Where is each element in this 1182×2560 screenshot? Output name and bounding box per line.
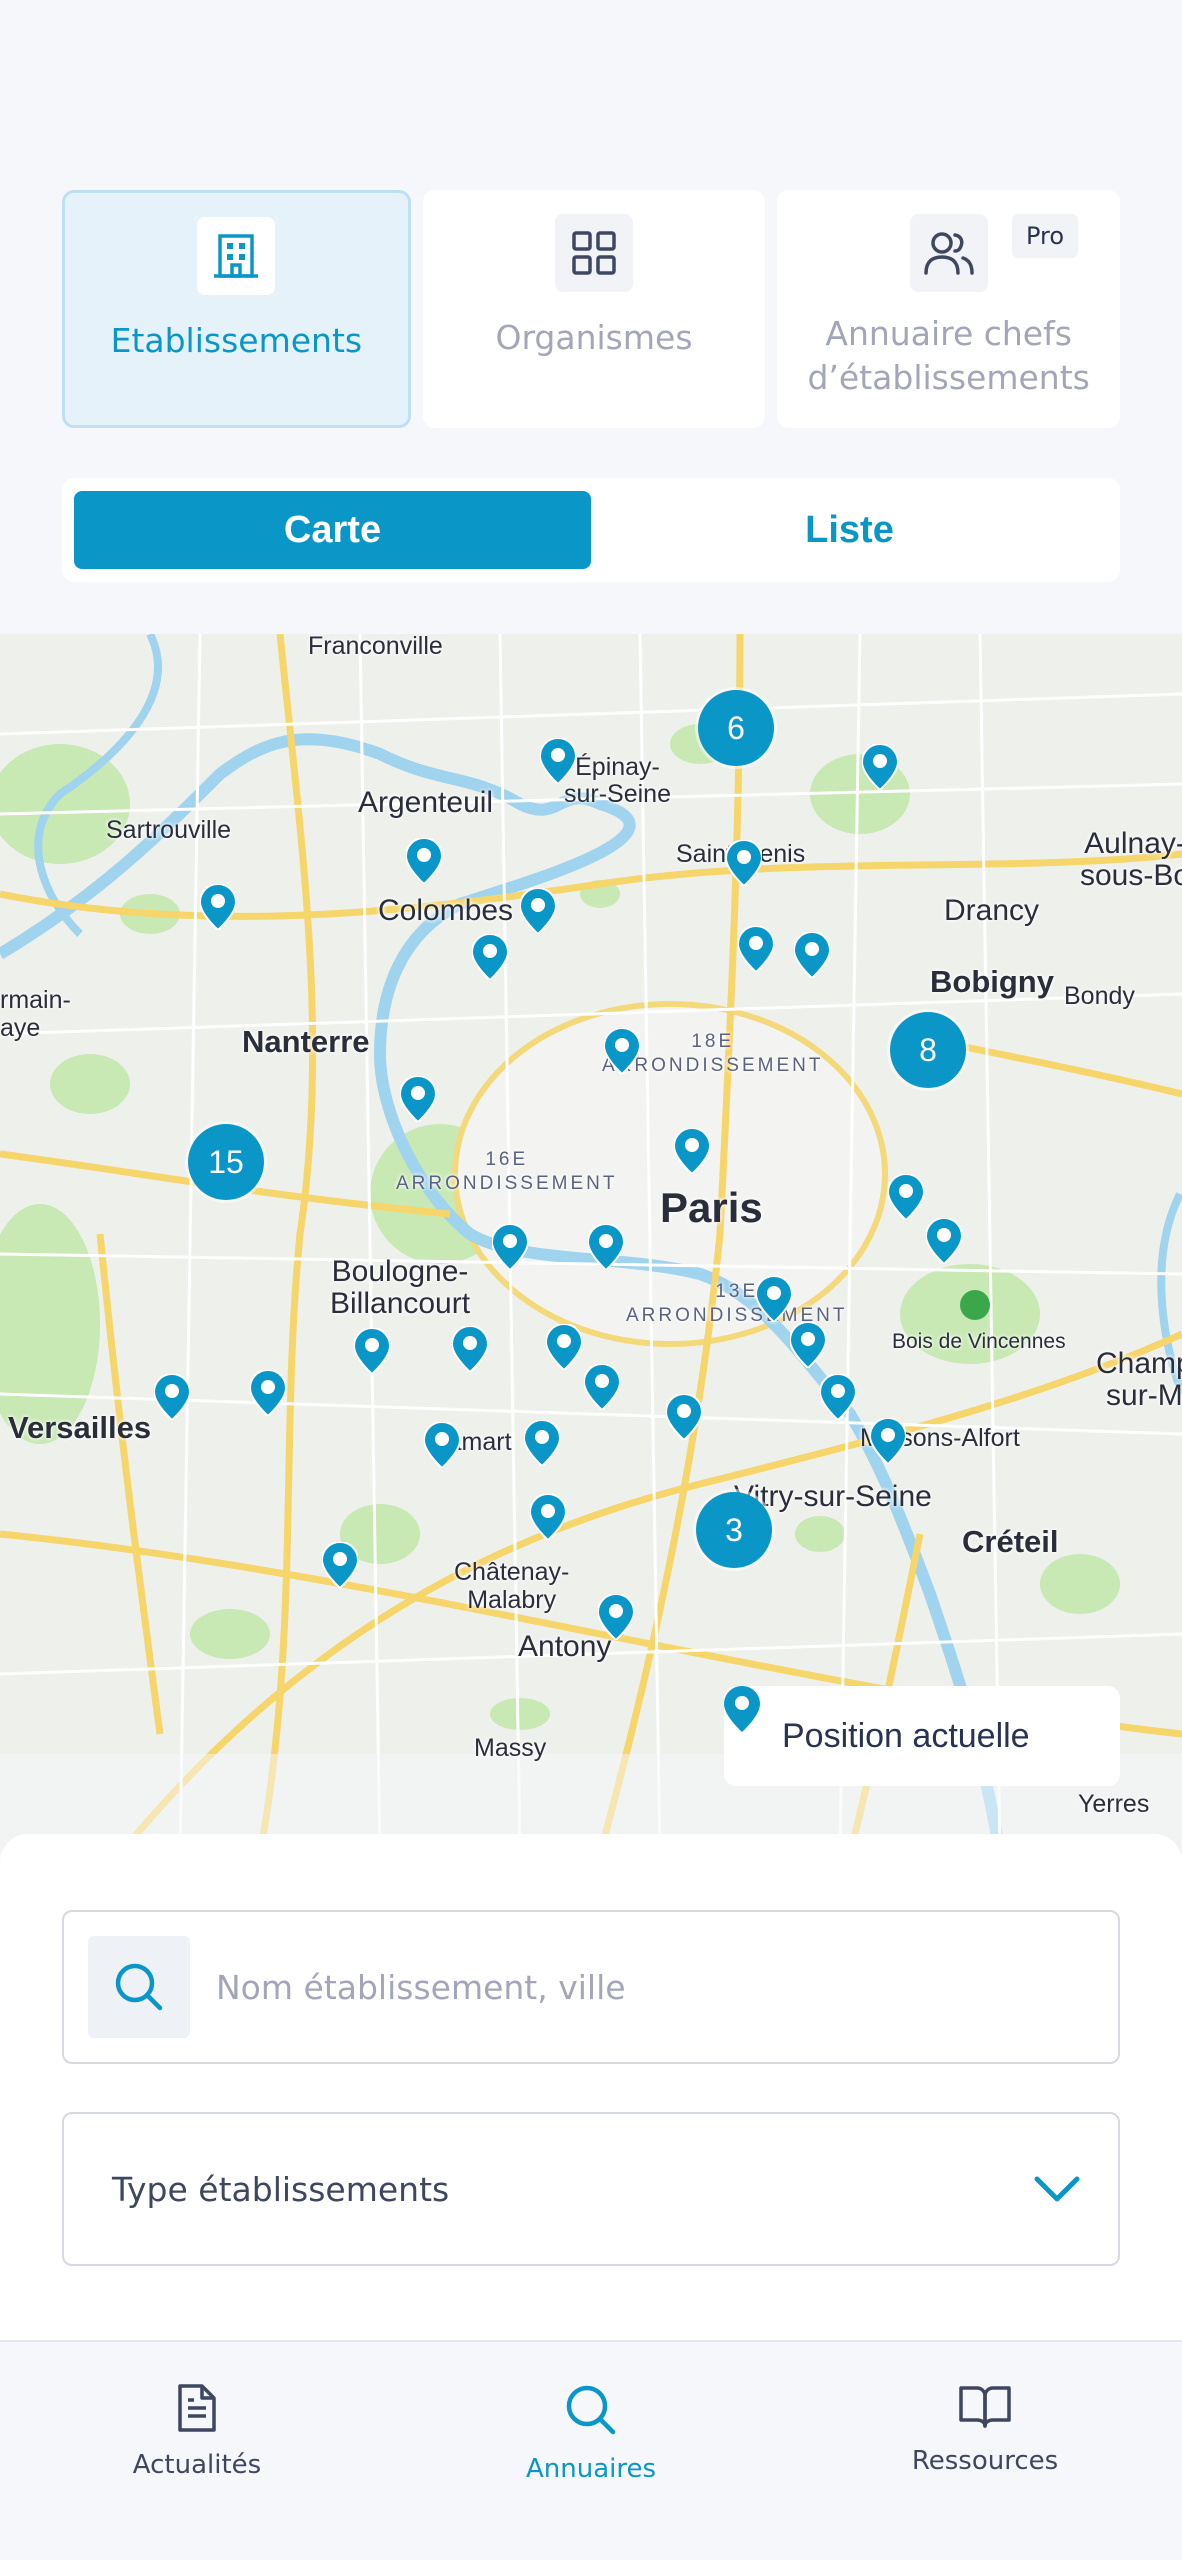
map-label: Bondy — [1064, 982, 1135, 1010]
search-icon[interactable] — [88, 1936, 190, 2038]
category-label: Annuaire chefs d’établissements — [807, 314, 1090, 397]
map-label: Nanterre — [242, 1024, 370, 1059]
map-label: Châtenay- Malabry — [454, 1558, 570, 1614]
map-label: Paris — [660, 1184, 763, 1231]
map-label: Champ sur-M — [1096, 1347, 1182, 1412]
map-label: Colombes — [378, 894, 514, 927]
category-card-organismes[interactable]: Organismes — [422, 190, 766, 428]
establishment-pin-icon[interactable] — [756, 1276, 792, 1322]
nav-label: Annuaires — [525, 2454, 657, 2484]
nav-label: Actualités — [132, 2450, 262, 2480]
establishment-pin-icon[interactable] — [200, 884, 236, 930]
search-sheet: Type établissements — [0, 1834, 1182, 2340]
establishment-pin-icon[interactable] — [400, 1076, 436, 1122]
map-label: rmain- aye — [0, 986, 71, 1042]
establishment-pin-icon[interactable] — [472, 934, 508, 980]
category-cards: Etablissements Organismes Pro Annuaire c… — [62, 190, 1121, 428]
map-label: Bobigny — [930, 964, 1054, 999]
pro-badge: Pro — [1012, 214, 1079, 258]
category-card-etablissements[interactable]: Etablissements — [62, 190, 411, 428]
establishment-pin-icon[interactable] — [250, 1370, 286, 1416]
establishment-pin-icon[interactable] — [354, 1328, 390, 1374]
book-icon — [959, 2386, 1011, 2428]
list-view-button[interactable]: Liste — [591, 491, 1108, 569]
current-position-label: Position actuelle — [782, 1716, 1030, 1755]
establishment-pin-icon[interactable] — [424, 1422, 460, 1468]
establishment-pin-icon[interactable] — [530, 1494, 566, 1540]
map-label: Argenteuil — [358, 786, 494, 819]
park-icon — [960, 1290, 990, 1320]
establishment-pin-icon[interactable] — [154, 1374, 190, 1420]
establishment-pin-icon[interactable] — [674, 1128, 710, 1174]
building-icon — [197, 217, 276, 295]
map-label: Franconville — [308, 634, 443, 660]
map-label: Sartrouville — [106, 816, 232, 844]
category-label: Etablissements — [110, 321, 363, 360]
map-cluster[interactable]: 8 — [890, 1012, 966, 1088]
map-label: Yerres — [1078, 1790, 1150, 1818]
search-input[interactable] — [216, 1967, 1016, 2007]
category-card-annuaire-chefs[interactable]: Pro Annuaire chefs d’établissements — [777, 190, 1121, 428]
map-label: Bois de Vincennes — [892, 1330, 1066, 1353]
establishment-pin-icon[interactable] — [584, 1364, 620, 1410]
establishment-pin-icon[interactable] — [540, 738, 576, 784]
search-box — [62, 1910, 1120, 2064]
establishment-pin-icon[interactable] — [492, 1224, 528, 1270]
establishment-pin-icon[interactable] — [794, 932, 830, 978]
chevron-down-icon — [1034, 2176, 1080, 2202]
map-label: Épinay- sur-Seine — [564, 753, 671, 808]
establishment-pin-icon[interactable] — [524, 1420, 560, 1466]
establishment-pin-icon[interactable] — [322, 1542, 358, 1588]
map-cluster[interactable]: 6 — [698, 690, 774, 766]
map-label: Boulogne- Billancourt — [330, 1255, 471, 1320]
nav-item-ressources[interactable]: Ressources — [788, 2342, 1182, 2560]
establishment-pin-icon[interactable] — [520, 888, 556, 934]
bottom-navigation: Actualités Annuaires Ressources — [0, 2340, 1182, 2560]
establishment-pin-icon[interactable] — [588, 1224, 624, 1270]
establishment-pin-icon[interactable] — [406, 838, 442, 884]
establishment-pin-icon[interactable] — [726, 840, 762, 886]
map-view[interactable]: Franconville Épinay- sur-Seine Argenteui… — [0, 634, 1182, 1854]
establishment-pin-icon[interactable] — [738, 926, 774, 972]
establishment-pin-icon[interactable] — [452, 1326, 488, 1372]
current-position-button[interactable]: Position actuelle — [724, 1686, 1120, 1786]
map-cluster[interactable]: 3 — [696, 1492, 772, 1568]
view-toggle: Carte Liste — [62, 478, 1120, 582]
map-label: Versailles — [8, 1410, 152, 1445]
grid-icon — [555, 214, 633, 292]
establishment-pin-icon[interactable] — [862, 744, 898, 790]
map-cluster[interactable]: 15 — [188, 1124, 264, 1200]
document-icon — [178, 2384, 216, 2432]
map-label: Aulnay- sous-Bo — [1080, 827, 1182, 892]
establishment-pin-icon[interactable] — [666, 1394, 702, 1440]
category-label: Organismes — [495, 318, 693, 357]
establishment-pin-icon[interactable] — [888, 1174, 924, 1220]
establishment-pin-icon[interactable] — [870, 1418, 906, 1464]
nav-label: Ressources — [911, 2446, 1059, 2476]
establishment-pin-icon[interactable] — [604, 1028, 640, 1074]
search-icon — [566, 2385, 616, 2435]
map-label: 13E ARRONDISSEMENT — [626, 1281, 848, 1326]
establishment-pin-icon[interactable] — [820, 1374, 856, 1420]
establishment-pin-icon[interactable] — [926, 1218, 962, 1264]
map-label: Drancy — [944, 894, 1040, 927]
establishment-pin-icon[interactable] — [546, 1324, 582, 1370]
establishment-pin-icon[interactable] — [790, 1322, 826, 1368]
map-label: Massy — [474, 1734, 547, 1762]
map-label: Créteil — [962, 1524, 1059, 1559]
type-select-label: Type établissements — [112, 2169, 450, 2209]
map-view-button[interactable]: Carte — [74, 491, 591, 569]
establishment-pin-icon[interactable] — [598, 1594, 634, 1640]
location-pin-icon — [724, 1686, 760, 1732]
nav-item-actualites[interactable]: Actualités — [0, 2342, 394, 2560]
map-label: 16E ARRONDISSEMENT — [396, 1149, 618, 1194]
nav-item-annuaires[interactable]: Annuaires — [394, 2342, 788, 2560]
users-icon — [909, 214, 988, 292]
type-select[interactable]: Type établissements — [62, 2112, 1120, 2266]
